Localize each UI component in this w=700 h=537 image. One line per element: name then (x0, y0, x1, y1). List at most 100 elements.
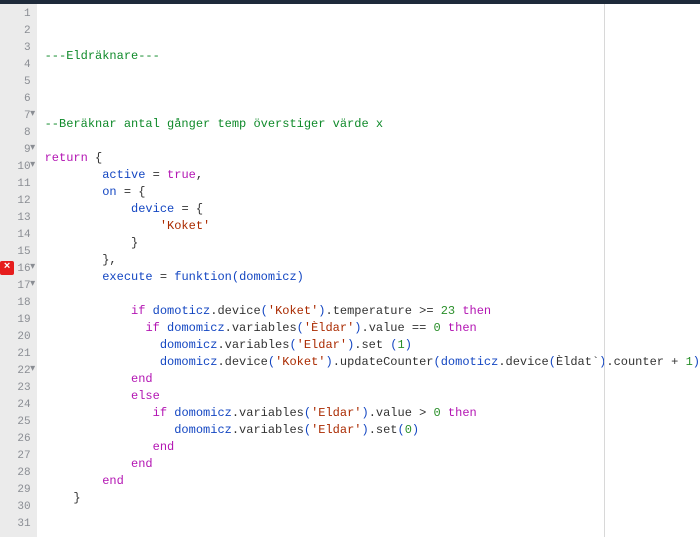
token-plain (45, 474, 103, 488)
line-number: 21 (17, 346, 30, 363)
token-str: 'Eldar' (297, 338, 347, 352)
code-line[interactable] (45, 133, 700, 150)
gutter-row[interactable]: 20 (0, 329, 37, 346)
gutter-row[interactable]: 7▾ (0, 108, 37, 125)
gutter-row[interactable]: 28 (0, 465, 37, 482)
token-par: ( (232, 270, 239, 284)
code-line[interactable]: active = true, (45, 167, 700, 184)
gutter-row[interactable]: 5 (0, 74, 37, 91)
gutter-row[interactable]: 25 (0, 414, 37, 431)
gutter-row[interactable]: 2 (0, 23, 37, 40)
line-number-gutter[interactable]: 1234567▾89▾10▾111213141516▾17▾1819202122… (0, 4, 37, 537)
token-plain (45, 338, 160, 352)
token-par: ) (297, 270, 304, 284)
token-num: 0 (434, 406, 441, 420)
code-editor[interactable]: 1234567▾89▾10▾111213141516▾17▾1819202122… (0, 4, 700, 537)
gutter-row[interactable]: 17▾ (0, 278, 37, 295)
code-line[interactable] (45, 524, 700, 537)
gutter-row[interactable]: 10▾ (0, 159, 37, 176)
token-plain: .device (498, 355, 548, 369)
code-line[interactable]: if domomicz.variables('Eldar').value > 0… (45, 405, 700, 422)
code-line[interactable] (45, 286, 700, 303)
code-line[interactable] (45, 99, 700, 116)
code-line[interactable]: ---Eldräknare--- (45, 48, 700, 65)
token-par: ( (268, 355, 275, 369)
code-line[interactable]: domomicz.variables('Eldar').set (1) (45, 337, 700, 354)
gutter-row[interactable]: 6 (0, 91, 37, 108)
gutter-row[interactable]: 22▾ (0, 363, 37, 380)
token-plain: .value > (369, 406, 434, 420)
gutter-row[interactable]: 29 (0, 482, 37, 499)
error-icon[interactable] (0, 261, 14, 275)
token-plain (45, 389, 131, 403)
gutter-row[interactable]: 31 (0, 516, 37, 533)
gutter-row[interactable]: 19 (0, 312, 37, 329)
line-number: 13 (17, 210, 30, 227)
token-plain (45, 321, 146, 335)
token-par: ( (297, 321, 304, 335)
token-kw: then (448, 406, 477, 420)
gutter-row[interactable]: 13 (0, 210, 37, 227)
code-line[interactable] (45, 507, 700, 524)
line-number: 12 (17, 193, 30, 210)
token-plain: }, (45, 253, 117, 267)
gutter-row[interactable]: 21 (0, 346, 37, 363)
gutter-row[interactable]: 12 (0, 193, 37, 210)
token-id: funktion (174, 270, 232, 284)
code-line[interactable]: end (45, 439, 700, 456)
token-plain: = (153, 270, 175, 284)
gutter-row[interactable]: 24 (0, 397, 37, 414)
gutter-row[interactable]: 30 (0, 499, 37, 516)
code-line[interactable]: 'Koket' (45, 218, 700, 235)
gutter-row[interactable]: 14 (0, 227, 37, 244)
line-number: 24 (17, 397, 30, 414)
code-line[interactable]: if domoticz.device('Koket').temperature … (45, 303, 700, 320)
code-area[interactable]: ---Eldräknare--- --Beräknar antal gånger … (37, 4, 700, 537)
gutter-row[interactable]: 23 (0, 380, 37, 397)
code-line[interactable]: end (45, 371, 700, 388)
code-line[interactable]: --Beräknar antal gånger temp överstiger … (45, 116, 700, 133)
token-plain (45, 423, 175, 437)
code-line[interactable]: if domomicz.variables('Èldar').value == … (45, 320, 700, 337)
gutter-row[interactable]: 3 (0, 40, 37, 57)
token-plain (45, 440, 153, 454)
line-number: 25 (17, 414, 30, 431)
code-line[interactable]: end (45, 473, 700, 490)
token-plain (145, 304, 152, 318)
code-line[interactable]: device = { (45, 201, 700, 218)
code-line[interactable]: domomicz.variables('Eldar').set(0) (45, 422, 700, 439)
token-plain: .variables (217, 338, 289, 352)
gutter-row[interactable]: 8 (0, 125, 37, 142)
gutter-row[interactable]: 27 (0, 448, 37, 465)
token-kw: return (45, 151, 88, 165)
code-line[interactable]: domomicz.device('Koket').updateCounter(d… (45, 354, 700, 371)
code-line[interactable] (45, 82, 700, 99)
token-id: on (102, 185, 116, 199)
code-line[interactable]: execute = funktion(domomicz) (45, 269, 700, 286)
gutter-row[interactable]: 15 (0, 244, 37, 261)
code-line[interactable]: end (45, 456, 700, 473)
token-par: ( (289, 338, 296, 352)
code-line[interactable]: on = { (45, 184, 700, 201)
code-line[interactable]: else (45, 388, 700, 405)
gutter-row[interactable]: 1 (0, 6, 37, 23)
code-line[interactable] (45, 65, 700, 82)
token-id: domoticz (441, 355, 499, 369)
gutter-row[interactable]: 18 (0, 295, 37, 312)
token-id: domoticz (153, 304, 211, 318)
token-str: 'Koket' (268, 304, 318, 318)
token-kw: true (167, 168, 196, 182)
code-line[interactable]: } (45, 490, 700, 507)
gutter-row[interactable]: 9▾ (0, 142, 37, 159)
token-kw: then (462, 304, 491, 318)
token-plain: , (196, 168, 203, 182)
code-line[interactable]: }, (45, 252, 700, 269)
gutter-row[interactable]: 4 (0, 57, 37, 74)
gutter-row[interactable]: 16▾ (0, 261, 37, 278)
token-plain: } (45, 491, 81, 505)
gutter-row[interactable]: 26 (0, 431, 37, 448)
code-line[interactable]: } (45, 235, 700, 252)
code-line[interactable]: return { (45, 150, 700, 167)
gutter-row[interactable]: 11 (0, 176, 37, 193)
token-plain (45, 372, 131, 386)
